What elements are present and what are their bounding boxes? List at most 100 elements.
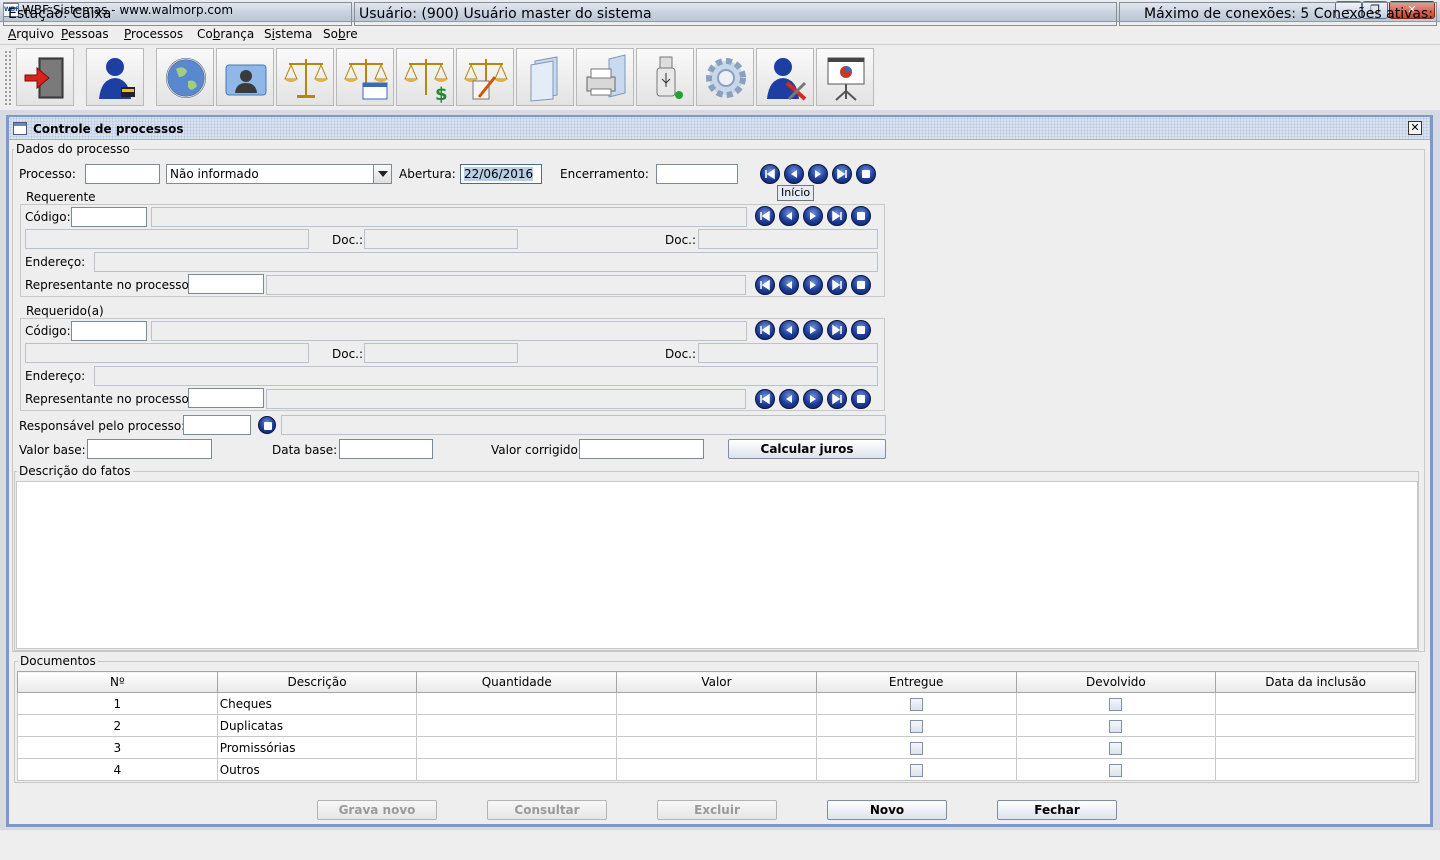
cobranca-button[interactable]: $ — [396, 48, 454, 106]
row-quantidade[interactable] — [416, 758, 618, 781]
fechar-button[interactable]: Fechar — [997, 800, 1117, 820]
last-record-button[interactable] — [827, 320, 847, 340]
novo-button[interactable]: Novo — [827, 800, 947, 820]
next-record-button[interactable] — [803, 389, 823, 409]
entregue-checkbox[interactable] — [909, 697, 923, 711]
menu-processos[interactable]: Processos — [124, 27, 183, 41]
valor-corrigido-field[interactable] — [579, 439, 704, 459]
menu-sistema[interactable]: Sistema — [264, 27, 312, 41]
processos-button[interactable] — [276, 48, 334, 106]
row-valor[interactable] — [616, 758, 817, 781]
next-record-button[interactable] — [803, 320, 823, 340]
first-record-button[interactable] — [755, 320, 775, 340]
column-header-descricao[interactable]: Descrição — [216, 671, 418, 693]
excluir-button[interactable]: Excluir — [657, 800, 777, 820]
row-quantidade[interactable] — [416, 714, 618, 737]
row-numero[interactable]: 4 — [17, 758, 218, 781]
previous-record-button[interactable] — [784, 164, 804, 184]
responsavel-stop-button[interactable] — [258, 416, 276, 434]
previous-record-button[interactable] — [779, 320, 799, 340]
exit-button[interactable] — [16, 48, 74, 106]
menu-pessoas[interactable]: Pessoas — [61, 27, 109, 41]
chevron-down-icon[interactable] — [373, 165, 391, 183]
row-descricao[interactable]: Promissórias — [216, 736, 418, 759]
processos-janela-button[interactable] — [336, 48, 394, 106]
column-header-data-inclusao[interactable]: Data da inclusão — [1215, 671, 1416, 693]
devolvido-checkbox[interactable] — [1109, 719, 1123, 733]
row-numero[interactable]: 3 — [17, 736, 218, 759]
pessoas-button[interactable] — [86, 48, 144, 106]
internet-button[interactable] — [156, 48, 214, 106]
consultar-button[interactable]: Consultar — [487, 800, 607, 820]
grava-novo-button[interactable]: Grava novo — [317, 800, 437, 820]
devolvido-checkbox[interactable] — [1109, 763, 1123, 777]
first-record-button[interactable] — [755, 275, 775, 295]
frame-close-button[interactable]: ✕ — [1408, 121, 1422, 135]
entregue-checkbox[interactable] — [909, 741, 923, 755]
row-numero[interactable]: 1 — [17, 692, 218, 715]
internal-frame-title-bar[interactable] — [9, 117, 1430, 140]
editar-processo-button[interactable] — [456, 48, 514, 106]
stop-button[interactable] — [856, 164, 876, 184]
stop-button[interactable] — [851, 275, 871, 295]
responsavel-codigo-field[interactable] — [183, 415, 251, 435]
last-record-button[interactable] — [827, 275, 847, 295]
devolvido-checkbox[interactable] — [1109, 697, 1123, 711]
previous-record-button[interactable] — [779, 389, 799, 409]
abertura-field[interactable]: 22/06/2016 — [460, 164, 542, 184]
requerido-codigo-field[interactable] — [71, 321, 147, 341]
arquivos-button[interactable] — [516, 48, 574, 106]
last-record-button[interactable] — [827, 389, 847, 409]
requerente-representante-codigo-field[interactable] — [188, 274, 264, 294]
next-record-button[interactable] — [803, 275, 823, 295]
row-numero[interactable]: 2 — [17, 714, 218, 737]
toolbar-grip[interactable] — [4, 50, 12, 106]
stop-button[interactable] — [851, 320, 871, 340]
row-valor[interactable] — [616, 714, 817, 737]
usuarios-button[interactable] — [756, 48, 814, 106]
requerido-representante-codigo-field[interactable] — [188, 388, 264, 408]
table-row[interactable]: 1 Cheques — [17, 692, 1416, 715]
processo-field[interactable] — [85, 164, 160, 184]
row-data-inclusao[interactable] — [1215, 736, 1416, 759]
tipo-processo-select[interactable]: Não informado — [166, 164, 392, 184]
data-base-field[interactable] — [339, 439, 433, 459]
row-quantidade[interactable] — [416, 692, 618, 715]
menu-arquivo[interactable]: Arquivo — [8, 27, 54, 41]
next-record-button[interactable] — [803, 206, 823, 226]
row-data-inclusao[interactable] — [1215, 758, 1416, 781]
requerente-codigo-field[interactable] — [71, 207, 147, 227]
column-header-numero[interactable]: Nº — [17, 671, 218, 693]
column-header-entregue[interactable]: Entregue — [815, 671, 1017, 693]
entregue-checkbox[interactable] — [909, 719, 923, 733]
row-quantidade[interactable] — [416, 736, 618, 759]
row-descricao[interactable]: Duplicatas — [216, 714, 418, 737]
calcular-juros-button[interactable]: Calcular juros — [728, 439, 886, 459]
apresentacao-button[interactable] — [816, 48, 874, 106]
last-record-button[interactable] — [827, 206, 847, 226]
encerramento-field[interactable] — [656, 164, 738, 184]
valor-base-field[interactable] — [87, 439, 212, 459]
menu-cobranca[interactable]: Cobrança — [197, 27, 254, 41]
column-header-quantidade[interactable]: Quantidade — [416, 671, 618, 693]
table-row[interactable]: 4 Outros — [17, 758, 1416, 781]
row-descricao[interactable]: Cheques — [216, 692, 418, 715]
first-record-button[interactable] — [755, 389, 775, 409]
entregue-checkbox[interactable] — [909, 763, 923, 777]
table-row[interactable]: 2 Duplicatas — [17, 714, 1416, 737]
first-record-button[interactable] — [760, 164, 780, 184]
imprimir-button[interactable] — [576, 48, 634, 106]
stop-button[interactable] — [851, 389, 871, 409]
configuracoes-button[interactable] — [696, 48, 754, 106]
contacts-button[interactable] — [216, 48, 274, 106]
devolvido-checkbox[interactable] — [1109, 741, 1123, 755]
first-record-button[interactable] — [755, 206, 775, 226]
row-valor[interactable] — [616, 736, 817, 759]
row-valor[interactable] — [616, 692, 817, 715]
row-descricao[interactable]: Outros — [216, 758, 418, 781]
backup-button[interactable] — [636, 48, 694, 106]
next-record-button[interactable] — [808, 164, 828, 184]
table-row[interactable]: 3 Promissórias — [17, 736, 1416, 759]
column-header-valor[interactable]: Valor — [616, 671, 817, 693]
previous-record-button[interactable] — [779, 275, 799, 295]
